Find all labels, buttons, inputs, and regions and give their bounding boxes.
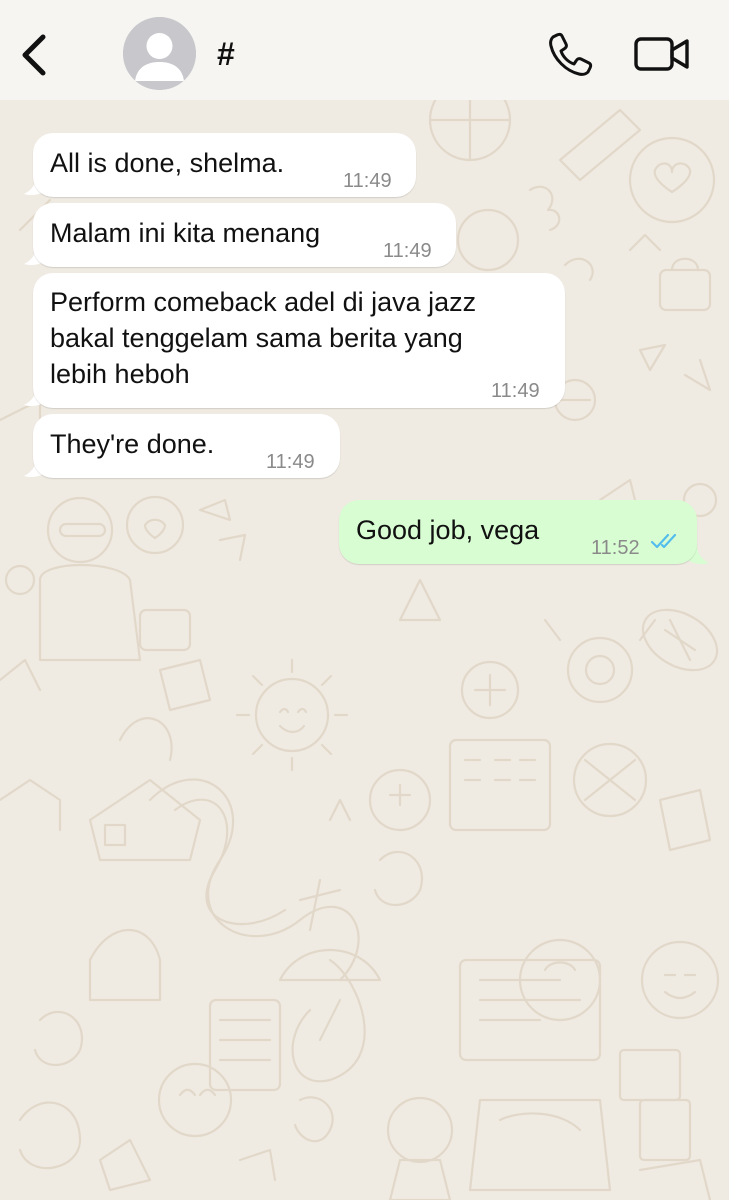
message-time: 11:49 [266,451,315,473]
message-text-line: Perform comeback adel di java jazz [50,287,477,317]
message-incoming[interactable]: Malam ini kita menang 11:49 [33,203,456,267]
message-time: 11:49 [491,380,540,402]
contact-name[interactable]: # [217,36,235,73]
back-button[interactable] [14,30,54,80]
message-incoming[interactable]: They're done. 11:49 [33,414,340,478]
voice-call-button[interactable] [547,30,595,78]
message-incoming[interactable]: All is done, shelma. 11:49 [33,133,416,197]
double-check-icon [650,533,677,549]
default-avatar-icon [123,17,196,90]
message-outgoing[interactable]: Good job, vega 11:52 [339,500,697,564]
chat-background: All is done, shelma. 11:49 Malam ini kit… [0,100,729,1200]
message-text-line: bakal tenggelam sama berita yang [50,323,463,353]
message-text: They're done. [50,429,215,459]
message-time: 11:52 [591,537,640,559]
message-incoming[interactable]: Perform comeback adel di java jazz bakal… [33,273,565,408]
message-text: Malam ini kita menang [50,218,321,248]
phone-icon [549,32,593,76]
chevron-left-icon [22,34,46,76]
video-camera-icon [634,37,689,71]
message-time: 11:49 [343,170,392,192]
message-text: All is done, shelma. [50,148,285,178]
message-time: 11:49 [383,240,432,262]
chat-header: # [0,0,729,100]
avatar[interactable] [123,17,196,90]
video-call-button[interactable] [631,30,693,78]
message-text-line: lebih heboh [50,359,190,389]
message-text: Good job, vega [356,515,540,545]
